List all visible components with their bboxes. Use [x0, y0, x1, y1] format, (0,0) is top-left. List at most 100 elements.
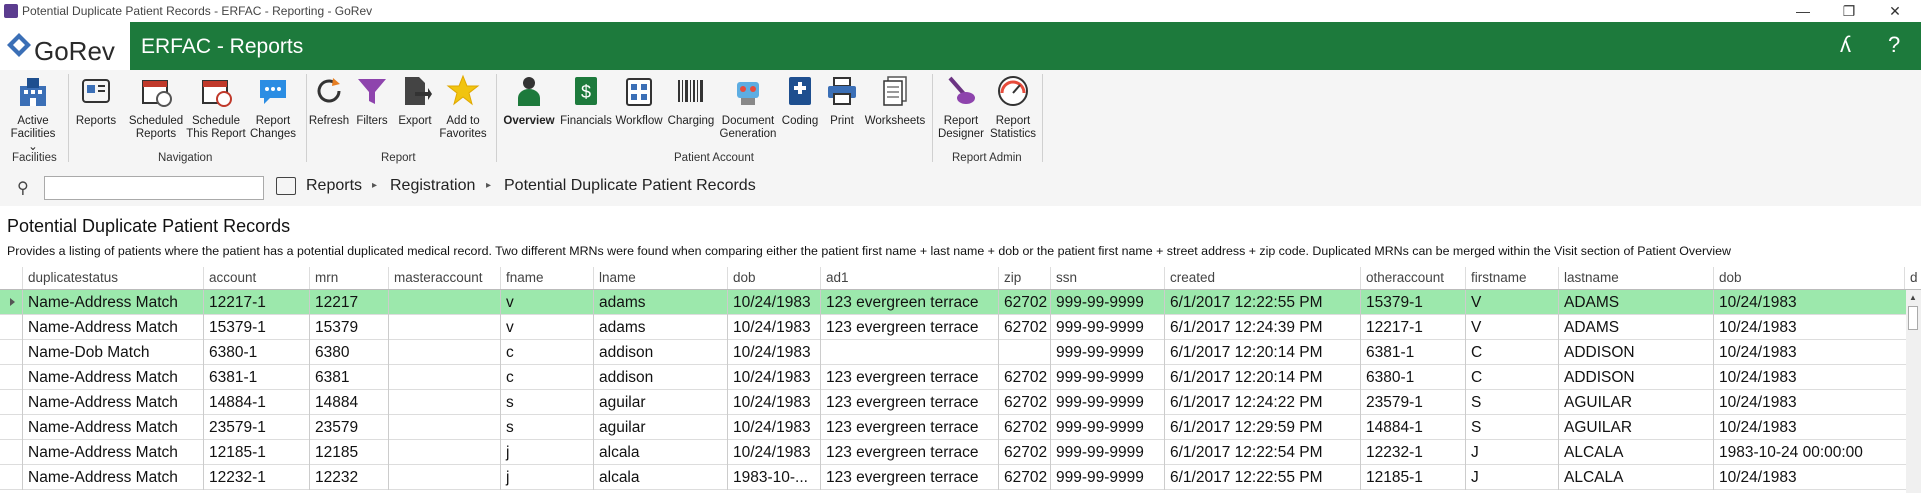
table-cell: AGUILAR	[1558, 390, 1713, 415]
column-header[interactable]: account	[203, 267, 309, 289]
export-button[interactable]: Export	[394, 74, 436, 128]
table-row[interactable]: Name-Address Match 6381-1 6381 c addison 10/2…	[0, 365, 1906, 390]
table-cell: ADAMS	[1558, 290, 1713, 315]
active-facilities-button[interactable]: Active Facilities ⌄	[6, 74, 60, 154]
ribbon-separator	[1042, 74, 1043, 162]
column-header[interactable]: ad1	[820, 267, 998, 289]
column-header[interactable]: otheraccount	[1360, 267, 1465, 289]
table-cell: 999-99-9999	[1050, 340, 1164, 365]
table-cell: 62702	[998, 390, 1050, 415]
coding-label: Coding	[781, 115, 819, 127]
table-row[interactable]: Name-Address Match 23579-1 23579 s aguilar 10…	[0, 415, 1906, 440]
search-input[interactable]	[44, 176, 264, 200]
table-cell: 12185-1	[1360, 465, 1465, 490]
table-cell: Name-Dob Match	[22, 340, 203, 365]
printer-icon	[828, 77, 856, 105]
column-header[interactable]: lname	[593, 267, 727, 289]
table-cell: adams	[593, 290, 727, 315]
table-cell: AGUILAR	[1558, 415, 1713, 440]
table-cell: ADAMS	[1558, 315, 1713, 340]
column-header[interactable]: d	[1904, 267, 1921, 289]
column-header[interactable]: ssn	[1050, 267, 1164, 289]
column-header[interactable]: duplicatestatus	[22, 267, 203, 289]
breadcrumb-reports[interactable]: Reports	[306, 177, 362, 195]
robot-icon	[737, 82, 759, 105]
close-button[interactable]: ✕	[1872, 0, 1918, 22]
table-cell: 123 evergreen terrace	[820, 390, 998, 415]
reports-button[interactable]: Reports	[72, 74, 120, 128]
table-cell: 123 evergreen terrace	[820, 415, 998, 440]
filters-button[interactable]: Filters	[352, 74, 392, 128]
column-header[interactable]: dob	[1713, 267, 1904, 289]
schedule-this-report-button[interactable]: Schedule This Report	[186, 74, 246, 141]
column-header[interactable]: fname	[500, 267, 593, 289]
table-cell: 6/1/2017 12:22:55 PM	[1164, 290, 1360, 315]
breadcrumb-registration[interactable]: Registration	[390, 177, 475, 195]
column-header[interactable]: created	[1164, 267, 1360, 289]
scheduled-reports-button[interactable]: Scheduled Reports	[128, 74, 184, 141]
page-title: Potential Duplicate Patient Records	[7, 216, 291, 236]
table-cell: v	[500, 290, 593, 315]
scroll-up-icon[interactable]: ▲	[1909, 293, 1917, 302]
charging-button[interactable]: Charging	[666, 74, 716, 128]
overview-button[interactable]: Overview	[500, 74, 558, 128]
help-icon[interactable]: ?	[1888, 32, 1900, 58]
column-header[interactable]: lastname	[1558, 267, 1713, 289]
table-cell: j	[500, 440, 593, 465]
table-cell: addison	[593, 340, 727, 365]
refresh-label: Refresh	[308, 115, 350, 127]
search-icon[interactable]: ⚲	[17, 178, 29, 198]
coding-button[interactable]: Coding	[780, 74, 820, 128]
column-header[interactable]: firstname	[1465, 267, 1558, 289]
report-designer-button[interactable]: Report Designer	[936, 74, 986, 141]
table-cell: 999-99-9999	[1050, 465, 1164, 490]
print-button[interactable]: Print	[822, 74, 862, 128]
document-generation-button[interactable]: Document Generation	[718, 74, 778, 141]
column-header[interactable]: mrn	[309, 267, 388, 289]
table-row[interactable]: Name-Address Match 12232-1 12232 j alcala 198…	[0, 465, 1906, 490]
table-row[interactable]: Name-Dob Match 6380-1 6380 c addison 10/24/19…	[0, 340, 1906, 365]
table-cell: S	[1465, 390, 1558, 415]
table-row[interactable]: Name-Address Match 14884-1 14884 s aguilar 10…	[0, 390, 1906, 415]
window-titlebar: Potential Duplicate Patient Records - ER…	[0, 0, 1921, 22]
table-cell: Name-Address Match	[22, 415, 203, 440]
table-cell: 6380-1	[203, 340, 309, 365]
column-header[interactable]: dob	[727, 267, 820, 289]
report-changes-button[interactable]: Report Changes	[248, 74, 298, 141]
gorev-logo: GoRev	[0, 22, 130, 70]
vertical-scrollbar[interactable]: ▲	[1906, 290, 1921, 493]
worksheets-button[interactable]: Worksheets	[864, 74, 926, 128]
report-breadcrumb-icon	[276, 177, 296, 195]
column-header[interactable]: zip	[998, 267, 1050, 289]
financials-button[interactable]: $ Financials	[560, 74, 612, 128]
group-label-navigation: Navigation	[158, 152, 213, 164]
column-header[interactable]: masteraccount	[388, 267, 500, 289]
table-row[interactable]: Name-Address Match 15379-1 15379 v adams 10/2…	[0, 315, 1906, 340]
table-cell: 23579	[309, 415, 388, 440]
table-cell: 10/24/1983	[1713, 340, 1904, 365]
scroll-thumb[interactable]	[1908, 306, 1918, 330]
ribbon-separator	[68, 74, 69, 162]
page-header-title: ERFAC - Reports	[141, 35, 304, 58]
table-cell: 62702	[998, 465, 1050, 490]
table-cell: 123 evergreen terrace	[820, 315, 998, 340]
table-cell: 10/24/1983	[1713, 415, 1904, 440]
table-cell: ADDISON	[1558, 340, 1713, 365]
workflow-button[interactable]: Workflow	[614, 74, 664, 128]
report-statistics-button[interactable]: Report Statistics	[988, 74, 1038, 141]
table-row[interactable]: Name-Address Match 12217-1 12217 v adams 10/2…	[0, 290, 1906, 315]
financials-label: Financials	[560, 115, 612, 127]
print-label: Print	[830, 115, 854, 127]
table-cell: 10/24/1983	[727, 365, 820, 390]
breadcrumb-separator: ▸	[372, 180, 378, 191]
restore-button[interactable]: ❐	[1826, 0, 1872, 22]
minimize-button[interactable]: —	[1780, 0, 1826, 22]
refresh-button[interactable]: Refresh	[308, 74, 350, 128]
table-cell: V	[1465, 290, 1558, 315]
table-cell: 6/1/2017 12:24:39 PM	[1164, 315, 1360, 340]
user-settings-icon[interactable]: ʎ	[1840, 32, 1851, 58]
chat-bubble-icon	[260, 80, 286, 104]
table-cell	[388, 315, 500, 340]
table-row[interactable]: Name-Address Match 12185-1 12185 j alcala 10/…	[0, 440, 1906, 465]
add-to-favorites-button[interactable]: Add to Favorites	[438, 74, 488, 141]
